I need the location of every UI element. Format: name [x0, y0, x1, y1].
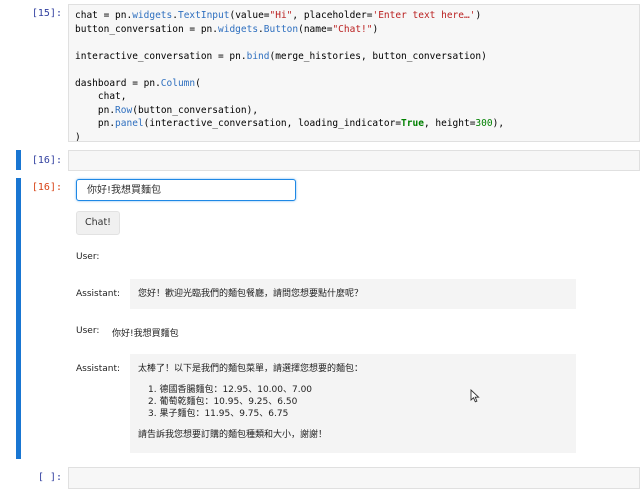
code-token: TextInput	[177, 10, 230, 21]
user-label-1: User:	[76, 252, 100, 262]
code-token: (interactive_conversation, loading_indic…	[143, 118, 402, 129]
assistant-message-2-intro: 太棒了！以下是我們的麵包菜單，請選擇您想要的麵包：	[138, 364, 364, 374]
code-token: "Hi"	[269, 10, 293, 21]
code-token: interactive_conversation = pn.	[75, 50, 247, 62]
assistant-label-1: Assistant:	[76, 289, 121, 299]
code-line: )	[75, 131, 633, 142]
user-label-2: User:	[76, 326, 100, 336]
code-token: chat = pn.	[75, 10, 133, 21]
code-token: dashboard = pn.	[75, 77, 161, 89]
code-token: , height=	[423, 118, 476, 129]
assistant-label-2: Assistant:	[76, 364, 121, 374]
menu-item-1: 1. 德國香腸麵包：12.95、10.00、7.00	[148, 385, 313, 395]
code-token: )	[372, 23, 379, 35]
cell-16-code-editor[interactable]: dashboard	[68, 150, 640, 171]
assistant-message-1: 您好！歡迎光臨我們的麵包餐廳，請問您想要點什麼呢？	[130, 279, 576, 309]
cell-15-code-editor[interactable]: chat = pn.widgets.TextInput(value="Hi", …	[68, 4, 640, 142]
code-token: Column	[160, 77, 196, 89]
code-line: interactive_conversation = pn.bind(merge…	[75, 50, 633, 64]
chat-text-input[interactable]: 你好!我想買麵包	[76, 179, 296, 201]
code-token: True	[401, 118, 424, 129]
code-token: (button_conversation),	[132, 104, 259, 116]
code-token: , placeholder=	[292, 10, 373, 21]
code-line: chat = pn.widgets.TextInput(value="Hi", …	[75, 9, 633, 23]
cell-16-output-prompt: [16]:	[31, 182, 62, 193]
code-line: pn.Row(button_conversation),	[75, 104, 633, 118]
code-line: button_conversation = pn.widgets.Button(…	[75, 23, 633, 37]
user-message-2: 你好!我想買麵包	[112, 329, 179, 339]
menu-item-2: 2. 葡萄乾麵包：10.95、9.25、6.50	[148, 397, 298, 407]
assistant-message-1-text: 您好！歡迎光臨我們的麵包餐廳，請問您想要點什麼呢？	[138, 289, 364, 299]
code-token: (merge_histories, button_conversation)	[269, 50, 487, 62]
mouse-pointer-icon	[470, 389, 480, 403]
code-token: (value=	[229, 10, 270, 21]
code-token: button_conversation = pn.	[75, 23, 218, 35]
code-line: dashboard = pn.Column(	[75, 77, 633, 91]
code-token: panel	[115, 118, 144, 129]
empty-cell-prompt: [ ]:	[37, 472, 62, 483]
code-token: ),	[492, 118, 505, 129]
code-token: pn.	[75, 118, 116, 129]
code-token: Row	[115, 104, 133, 116]
code-token: widgets	[218, 23, 259, 35]
empty-cell-editor[interactable]	[68, 467, 640, 489]
code-token: pn.	[75, 104, 116, 116]
assistant-message-2: 太棒了！以下是我們的麵包菜單，請選擇您想要的麵包： 1. 德國香腸麵包：12.9…	[130, 354, 576, 453]
code-token: )	[75, 131, 81, 142]
code-token: bind	[246, 50, 270, 62]
cell-16-input-prompt: [16]:	[31, 155, 62, 166]
code-line: pn.panel(interactive_conversation, loadi…	[75, 117, 633, 131]
chat-input-value: 你好!我想買麵包	[87, 185, 162, 196]
code-line: chat,	[75, 90, 633, 104]
code-token: 'Enter text here…'	[372, 10, 476, 21]
menu-item-3: 3. 果子麵包：11.95、9.75、6.75	[148, 409, 289, 419]
code-token: (	[195, 77, 201, 89]
chat-button[interactable]: Chat!	[76, 211, 120, 235]
code-token: 300	[475, 118, 493, 129]
cell-16-output-selection-bar	[16, 178, 21, 459]
code-token: "Chat!"	[332, 23, 373, 35]
code-token: chat,	[75, 91, 127, 102]
cell-15-prompt: [15]:	[31, 8, 62, 19]
assistant-message-2-outro: 請告訴我您想要訂購的麵包種類和大小，謝謝！	[138, 430, 328, 440]
code-token: (name=	[298, 23, 333, 35]
code-token: Button	[263, 23, 299, 35]
code-token: )	[475, 10, 482, 21]
code-token: widgets	[132, 10, 173, 21]
